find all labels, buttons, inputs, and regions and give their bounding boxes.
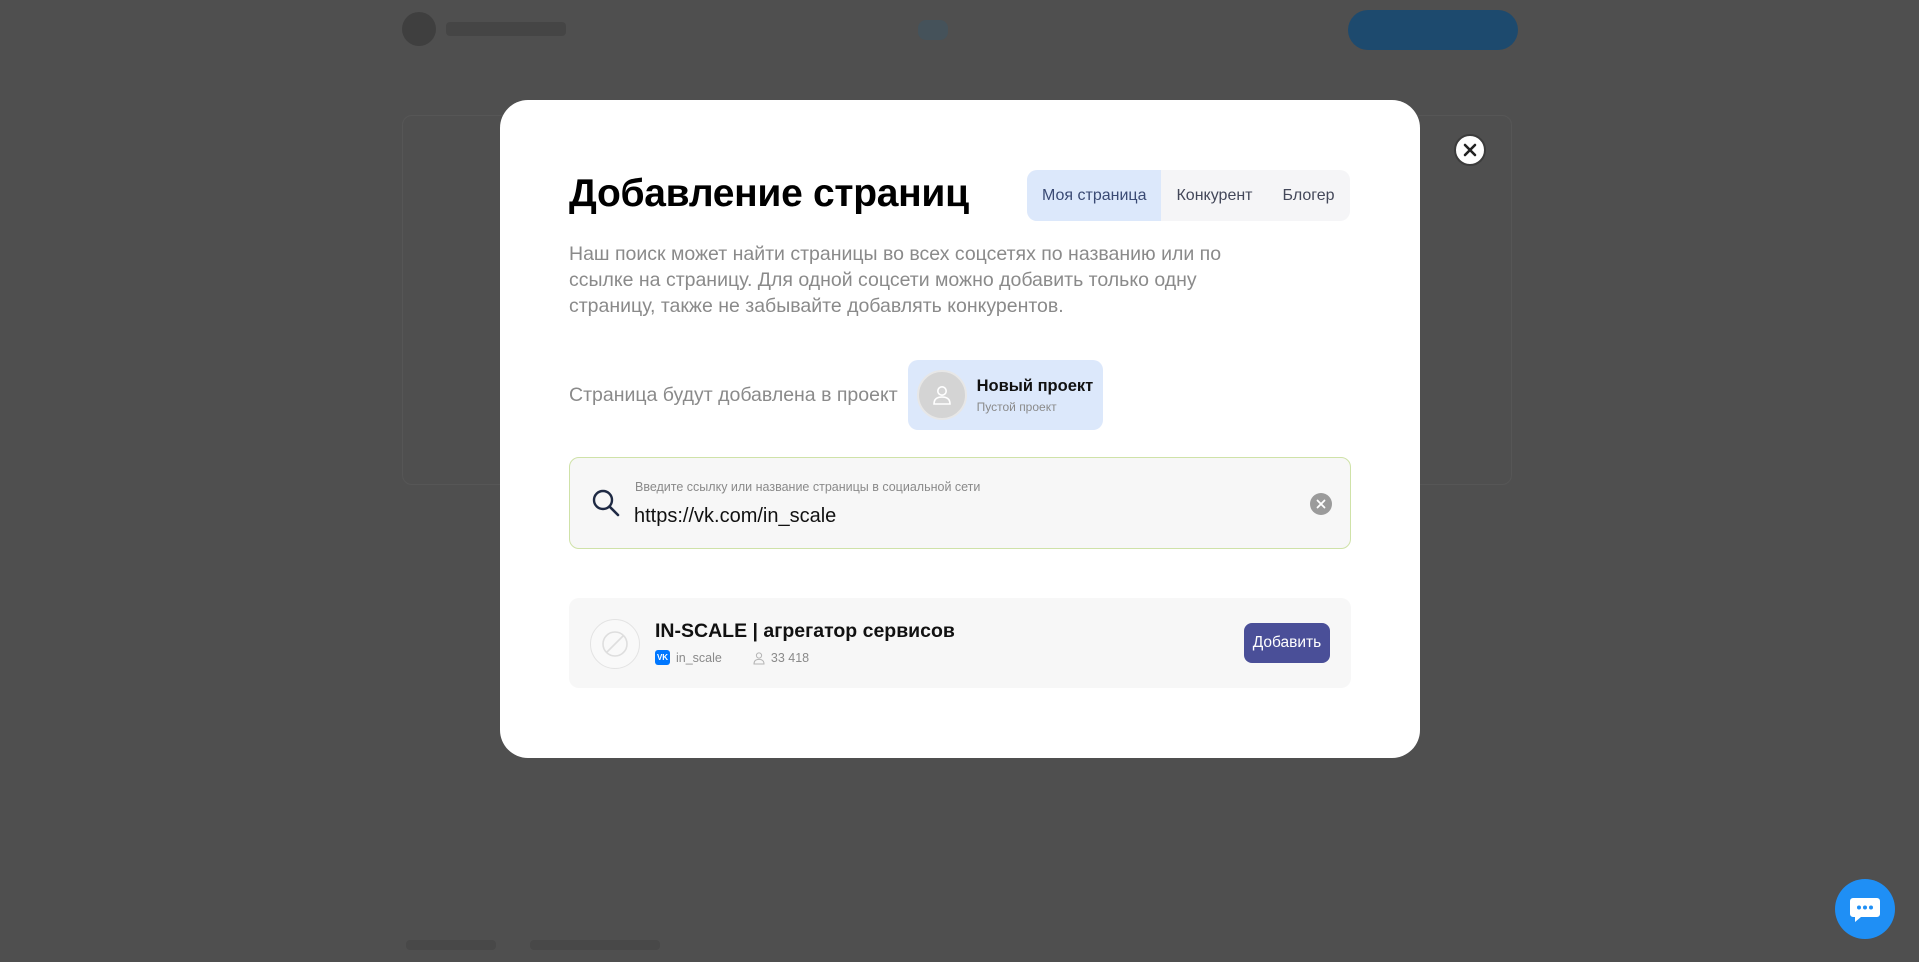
project-avatar xyxy=(916,370,967,420)
project-name: Новый проект xyxy=(976,376,1094,395)
background-header-button xyxy=(1348,10,1518,50)
result-meta: VK in_scale 33 418 xyxy=(655,650,809,665)
background-logo-text xyxy=(446,22,566,36)
search-result-item: IN-SCALE | агрегатор сервисов VK in_scal… xyxy=(569,598,1351,688)
modal-title: Добавление страниц xyxy=(569,172,969,215)
vk-icon: VK xyxy=(655,650,670,665)
search-label: Введите ссылку или название страницы в с… xyxy=(635,480,981,494)
search-clear-button[interactable] xyxy=(1310,493,1332,515)
result-members: 33 418 xyxy=(770,650,810,665)
background-footer-link xyxy=(530,940,660,950)
project-info: Новый проект Пустой проект xyxy=(977,377,1094,414)
project-label: Страница будут добавлена в проект xyxy=(569,383,898,406)
clear-icon xyxy=(1316,499,1326,509)
project-selector-row: Страница будут добавлена в проект Новый … xyxy=(569,360,1104,430)
background-footer-link xyxy=(406,940,496,950)
result-handle: in_scale xyxy=(676,650,722,665)
tab-blogger[interactable]: Блогер xyxy=(1268,170,1350,221)
search-input[interactable] xyxy=(634,502,1284,530)
page-type-tabs: Моя страница Конкурент Блогер xyxy=(1027,170,1350,221)
no-image-icon xyxy=(602,631,628,657)
chat-button[interactable] xyxy=(1835,879,1895,939)
user-icon xyxy=(932,386,951,405)
background-logo xyxy=(402,12,436,46)
result-avatar xyxy=(590,619,640,669)
search-icon xyxy=(592,489,620,517)
tab-competitor[interactable]: Конкурент xyxy=(1161,170,1267,221)
close-icon xyxy=(1463,143,1477,157)
project-selector[interactable]: Новый проект Пустой проект xyxy=(907,360,1104,430)
members-icon xyxy=(753,651,765,664)
project-subtitle: Пустой проект xyxy=(976,399,1057,414)
result-title: IN-SCALE | агрегатор сервисов xyxy=(655,620,955,642)
add-pages-modal: Добавление страниц Моя страница Конкурен… xyxy=(500,100,1420,758)
modal-description: Наш поиск может найти страницы во всех с… xyxy=(569,243,1222,317)
background-nav-item xyxy=(918,20,948,40)
modal-close-button[interactable] xyxy=(1454,134,1486,166)
page-search-field: Введите ссылку или название страницы в с… xyxy=(569,457,1351,549)
tab-my-page[interactable]: Моя страница xyxy=(1027,170,1162,221)
add-page-button[interactable]: Добавить xyxy=(1244,623,1330,663)
chat-icon xyxy=(1850,898,1880,922)
